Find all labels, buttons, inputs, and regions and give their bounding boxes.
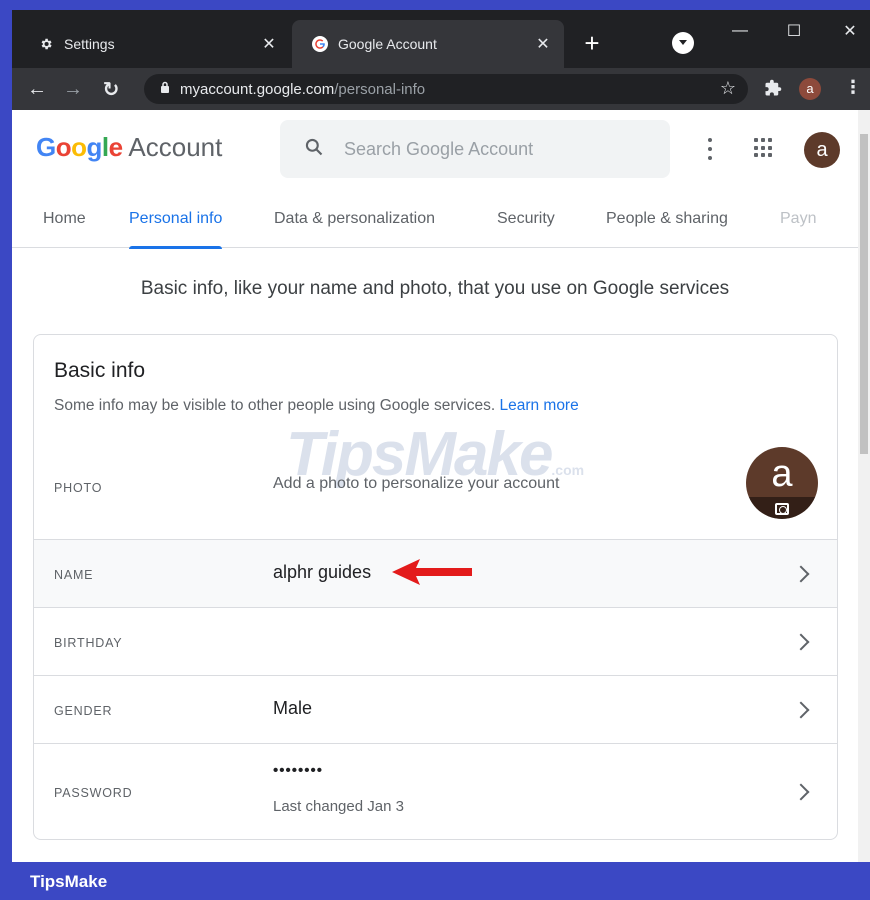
row-label: NAME xyxy=(54,568,94,582)
tab-google-account[interactable]: Google Account ✕ xyxy=(292,20,564,68)
url-path: /personal-info xyxy=(334,80,426,98)
account-avatar[interactable]: a xyxy=(804,132,840,168)
chevron-right-icon xyxy=(792,701,810,719)
page-intro: Basic info, like your name and photo, th… xyxy=(140,278,730,299)
apps-grid-icon[interactable] xyxy=(754,138,774,158)
close-icon[interactable]: ✕ xyxy=(258,33,280,55)
card-title: Basic info xyxy=(54,359,146,382)
url-host: myaccount.google.com xyxy=(180,80,335,98)
chevron-right-icon xyxy=(792,783,810,801)
row-value: Add a photo to personalize your account xyxy=(273,475,560,492)
bookmark-star-icon[interactable]: ☆ xyxy=(720,78,736,99)
tab-home[interactable]: Home xyxy=(43,206,86,248)
learn-more-link[interactable]: Learn more xyxy=(499,397,578,414)
window-close-icon[interactable]: ✕ xyxy=(830,16,870,46)
chevron-right-icon xyxy=(792,633,810,651)
profile-photo[interactable]: a xyxy=(746,447,818,519)
tab-data-personalization[interactable]: Data & personalization xyxy=(274,206,435,248)
tab-personal-info[interactable]: Personal info xyxy=(129,206,223,249)
maximize-icon[interactable]: ☐ xyxy=(774,16,814,46)
tab-payments[interactable]: Payn xyxy=(780,206,816,248)
profile-avatar[interactable]: a xyxy=(799,78,821,100)
row-label: BIRTHDAY xyxy=(54,636,123,650)
row-value: alphr guides xyxy=(273,562,372,582)
more-options-icon[interactable] xyxy=(700,136,720,162)
reload-icon[interactable]: ↻ xyxy=(98,76,124,102)
search-input[interactable] xyxy=(344,138,644,160)
tab-security[interactable]: Security xyxy=(497,206,555,248)
browser-window: Settings ✕ Google Account ✕ + — ☐ ✕ ← → … xyxy=(12,10,870,862)
page-scrollbar[interactable] xyxy=(858,110,870,862)
password-mask: •••••••• xyxy=(273,762,324,779)
address-bar[interactable]: myaccount.google.com /personal-info ☆ xyxy=(144,74,748,104)
extensions-puzzle-icon[interactable] xyxy=(764,79,782,102)
tab-title: Google Account xyxy=(338,36,437,52)
chevron-right-icon xyxy=(792,565,810,583)
google-g-icon xyxy=(312,36,328,52)
row-label: PASSWORD xyxy=(54,786,133,800)
minimize-icon[interactable]: — xyxy=(720,16,760,46)
camera-icon xyxy=(775,503,789,515)
forward-arrow-icon[interactable]: → xyxy=(60,76,86,102)
tab-search-chevron-icon[interactable] xyxy=(672,32,694,54)
google-wordmark: Google xyxy=(36,132,123,162)
new-tab-plus-icon[interactable]: + xyxy=(578,30,606,58)
password-row[interactable]: PASSWORD •••••••• Last changed Jan 3 xyxy=(34,743,837,839)
row-label: GENDER xyxy=(54,704,113,718)
lock-icon xyxy=(160,80,170,98)
row-label: PHOTO xyxy=(54,481,103,495)
search-icon xyxy=(304,137,324,162)
birthday-row[interactable]: BIRTHDAY xyxy=(34,607,837,675)
gear-icon xyxy=(38,36,54,52)
red-arrow-annotation xyxy=(392,559,472,585)
close-icon[interactable]: ✕ xyxy=(532,33,554,55)
browser-menu-icon[interactable]: ⋮ xyxy=(844,77,862,98)
nav-tabs: Home Personal info Data & personalizatio… xyxy=(12,206,858,249)
password-note: Last changed Jan 3 xyxy=(273,798,404,815)
logo-suffix: Account xyxy=(122,132,223,162)
back-arrow-icon[interactable]: ← xyxy=(24,76,50,102)
gender-row[interactable]: GENDER Male xyxy=(34,675,837,743)
page-content: Google Account a Home Personal info Data… xyxy=(12,110,870,862)
tab-title: Settings xyxy=(64,36,115,52)
card-subtitle-text: Some info may be visible to other people… xyxy=(54,397,496,414)
browser-toolbar: ← → ↻ myaccount.google.com /personal-inf… xyxy=(12,68,870,110)
photo-initial: a xyxy=(771,453,793,495)
tab-strip: Settings ✕ Google Account ✕ + — ☐ ✕ xyxy=(12,10,870,68)
scrollbar-thumb[interactable] xyxy=(860,134,868,454)
row-value: Male xyxy=(273,698,313,718)
google-account-logo[interactable]: Google Account xyxy=(36,132,222,163)
footer-brand: TipsMake xyxy=(30,872,108,891)
card-subtitle: Some info may be visible to other people… xyxy=(54,397,579,415)
basic-info-card: Basic info Some info may be visible to o… xyxy=(33,334,838,840)
tab-settings[interactable]: Settings ✕ xyxy=(18,20,290,68)
footer-banner: TipsMake xyxy=(0,862,870,900)
tab-people-sharing[interactable]: People & sharing xyxy=(606,206,728,248)
search-box[interactable] xyxy=(280,120,670,178)
